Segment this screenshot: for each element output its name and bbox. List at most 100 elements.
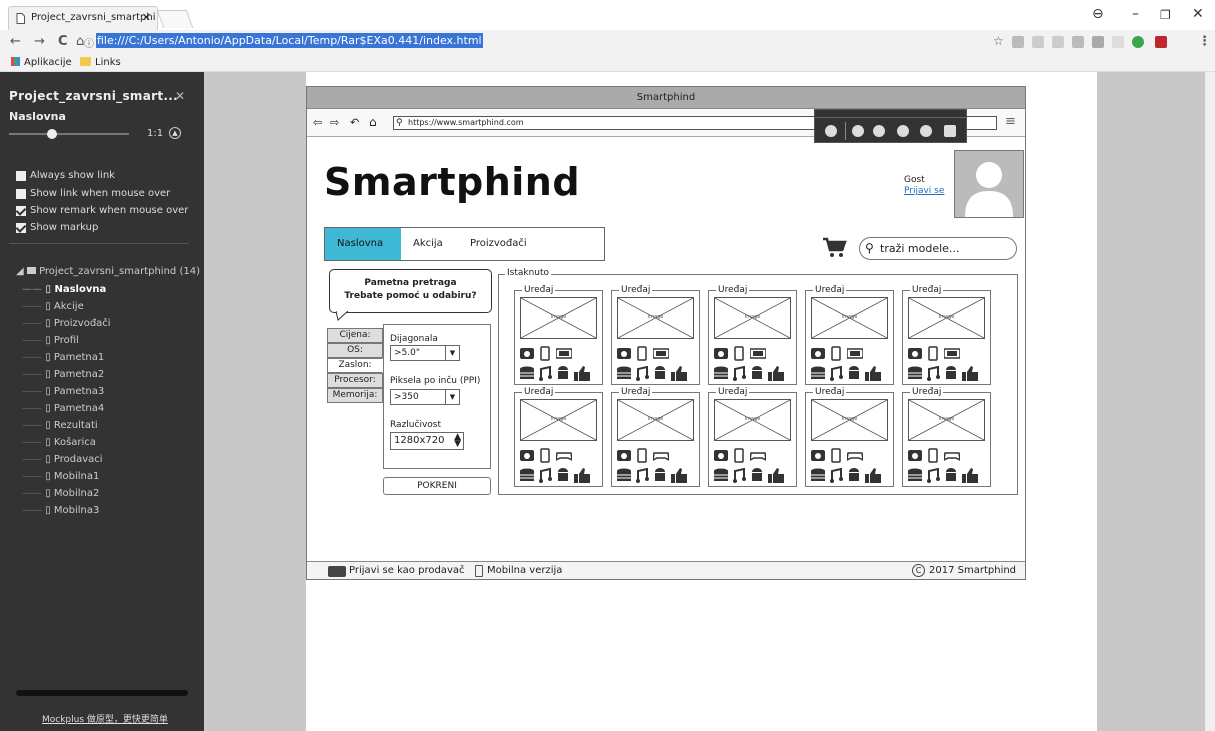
filter-tab-procesor[interactable]: Procesor:	[327, 373, 383, 388]
extension-icon[interactable]	[1112, 36, 1124, 48]
tree-root[interactable]: ◢ Project_zavrsni_smartphind (14)	[16, 266, 200, 277]
menu-akcija[interactable]: Akcija	[401, 228, 455, 260]
res-stepper[interactable]: 1280x720 ▲ ▼	[390, 432, 464, 450]
option-show-markup[interactable]: Show markup	[16, 222, 98, 233]
checkbox[interactable]	[16, 188, 26, 199]
tree-page-item[interactable]: —— ▯ Mobilna2	[22, 488, 99, 499]
option-show-remark[interactable]: Show remark when mouse over	[16, 205, 188, 216]
filter-tab-os[interactable]: OS:	[327, 343, 383, 358]
tree-page-item[interactable]: —— ▯ Proizvođači	[22, 318, 111, 329]
tree-page-item[interactable]: —— ▯ Pametna4	[22, 403, 104, 414]
filter-tab-memorija[interactable]: Memorija:	[327, 388, 383, 403]
device-card[interactable]: Uređaj Image	[514, 387, 603, 487]
browser-tab[interactable]: Project_zavrsni_smartphi ✕	[8, 6, 158, 30]
extension-icon[interactable]	[1052, 36, 1064, 48]
zoom-slider[interactable]	[9, 133, 129, 135]
tree-page-item[interactable]: —— ▯ Pametna1	[22, 352, 104, 363]
device-card[interactable]: Uređaj Image	[611, 285, 700, 385]
device-card[interactable]: Uređaj Image	[902, 387, 991, 487]
mock-menu-icon[interactable]: ≡	[1005, 114, 1016, 129]
toolbar-page-icon[interactable]	[944, 125, 956, 137]
filter-tab-zaslon[interactable]: Zaslon:	[327, 358, 383, 373]
profile-icon[interactable]: ⊖	[1092, 6, 1104, 22]
star-icon[interactable]: ☆	[993, 34, 1004, 48]
close-sidebar-icon[interactable]: ✕	[175, 89, 185, 103]
smart-search-bubble[interactable]: Pametna pretraga Trebate pomoć u odabiru…	[329, 269, 492, 313]
checkbox[interactable]	[16, 170, 26, 181]
mock-home-icon[interactable]: ⌂	[369, 115, 377, 129]
forward-icon[interactable]: →	[34, 34, 45, 49]
minimize-button[interactable]: –	[1132, 6, 1139, 22]
tree-page-item[interactable]: —— ▯ Pametna2	[22, 369, 104, 380]
tree-page-item[interactable]: —— ▯ Pametna3	[22, 386, 104, 397]
new-tab-button[interactable]	[156, 10, 194, 28]
tree-page-item[interactable]: —— ▯ Košarica	[22, 437, 96, 448]
option-show-link-hover[interactable]: Show link when mouse over	[16, 188, 170, 199]
copyright-text: 2017 Smartphind	[929, 565, 1017, 576]
featured-label: Istaknuto	[505, 268, 552, 278]
tree-page-item[interactable]: —— ▯ Prodavaci	[22, 454, 103, 465]
url-field[interactable]: file:///C:/Users/Antonio/AppData/Local/T…	[96, 33, 483, 48]
mock-back-icon[interactable]: ⇦	[313, 116, 322, 129]
device-card[interactable]: Uređaj Image	[805, 285, 894, 385]
page-scrollbar[interactable]	[1205, 72, 1215, 731]
tree-page-item[interactable]: —— ▯ Rezultati	[22, 420, 98, 431]
url-text: file:///C:/Users/Antonio/AppData/Local/T…	[96, 33, 483, 48]
extension-icon[interactable]	[1032, 36, 1044, 48]
extension-red-icon[interactable]	[1155, 36, 1167, 48]
mobile-version-link[interactable]: Mobilna verzija	[487, 562, 562, 580]
menu-naslovna[interactable]: Naslovna	[325, 228, 401, 260]
menu-proizvodaci[interactable]: Proizvođači	[458, 228, 539, 260]
extension-icon[interactable]	[1012, 36, 1024, 48]
diag-select[interactable]: >5.0" ▼	[390, 345, 460, 361]
extension-icon[interactable]	[1092, 36, 1104, 48]
close-window-button[interactable]: ✕	[1192, 6, 1204, 22]
device-card[interactable]: Uređaj Image	[902, 285, 991, 385]
filter-tab-cijena[interactable]: Cijena:	[327, 328, 383, 343]
image-placeholder: Image	[520, 399, 597, 441]
bookmark-apps[interactable]: Aplikacije	[24, 57, 72, 68]
option-always-show-link[interactable]: Always show link	[16, 170, 115, 181]
toolbar-list-icon[interactable]	[825, 125, 837, 137]
menu-dots-icon[interactable]: ⋮	[1198, 34, 1211, 49]
mock-forward-icon[interactable]: ⇨	[330, 116, 339, 129]
login-link[interactable]: Prijavi se	[904, 186, 944, 196]
tree-page-item[interactable]: —— ▯ Mobilna3	[22, 505, 99, 516]
mockplus-link[interactable]: Mockplus 做原型，更快更简单	[42, 712, 168, 725]
feature-icons-row	[908, 448, 960, 463]
restore-button[interactable]: ❐	[1160, 8, 1171, 22]
close-tab-icon[interactable]: ✕	[142, 11, 151, 24]
tree-page-item[interactable]: —— ▯ Mobilna1	[22, 471, 99, 482]
reload-icon[interactable]: C	[58, 34, 68, 49]
checkbox-checked[interactable]	[16, 222, 26, 233]
toolbar-home-icon[interactable]	[852, 125, 864, 137]
stepper-arrows-icon[interactable]: ▲ ▼	[454, 433, 461, 449]
extension-new-icon[interactable]	[1132, 36, 1144, 48]
tree-page-item[interactable]: —— ▯ Profil	[22, 335, 79, 346]
extension-icon[interactable]	[1072, 36, 1084, 48]
zoom-fit-icon[interactable]: ▲	[169, 127, 181, 139]
tree-page-item[interactable]: —— ▯ Akcije	[22, 301, 84, 312]
toolbar-return-icon[interactable]	[920, 125, 932, 137]
zoom-slider-handle[interactable]	[47, 129, 57, 139]
device-card[interactable]: Uređaj Image	[708, 285, 797, 385]
phone-icon	[734, 448, 744, 463]
device-card[interactable]: Uređaj Image	[611, 387, 700, 487]
checkbox-checked[interactable]	[16, 205, 26, 216]
toolbar-next-icon[interactable]	[897, 125, 909, 137]
ppi-select[interactable]: >350 ▼	[390, 389, 460, 405]
back-icon[interactable]: ←	[10, 34, 21, 49]
search-input[interactable]: ⚲ traži modele...	[859, 237, 1017, 260]
card-label: Uređaj	[619, 387, 653, 397]
image-text: Image	[647, 314, 664, 320]
device-card[interactable]: Uređaj Image	[708, 387, 797, 487]
device-card[interactable]: Uređaj Image	[514, 285, 603, 385]
run-button[interactable]: POKRENI	[383, 477, 491, 495]
cart-icon[interactable]	[822, 237, 848, 259]
seller-login-link[interactable]: Prijavi se kao prodavač	[349, 562, 464, 580]
bookmark-links[interactable]: Links	[95, 57, 121, 68]
tree-page-item[interactable]: —— ▯ Naslovna	[22, 284, 106, 295]
device-card[interactable]: Uređaj Image	[805, 387, 894, 487]
toolbar-prev-icon[interactable]	[873, 125, 885, 137]
mock-reload-icon[interactable]: ↶	[350, 116, 359, 129]
